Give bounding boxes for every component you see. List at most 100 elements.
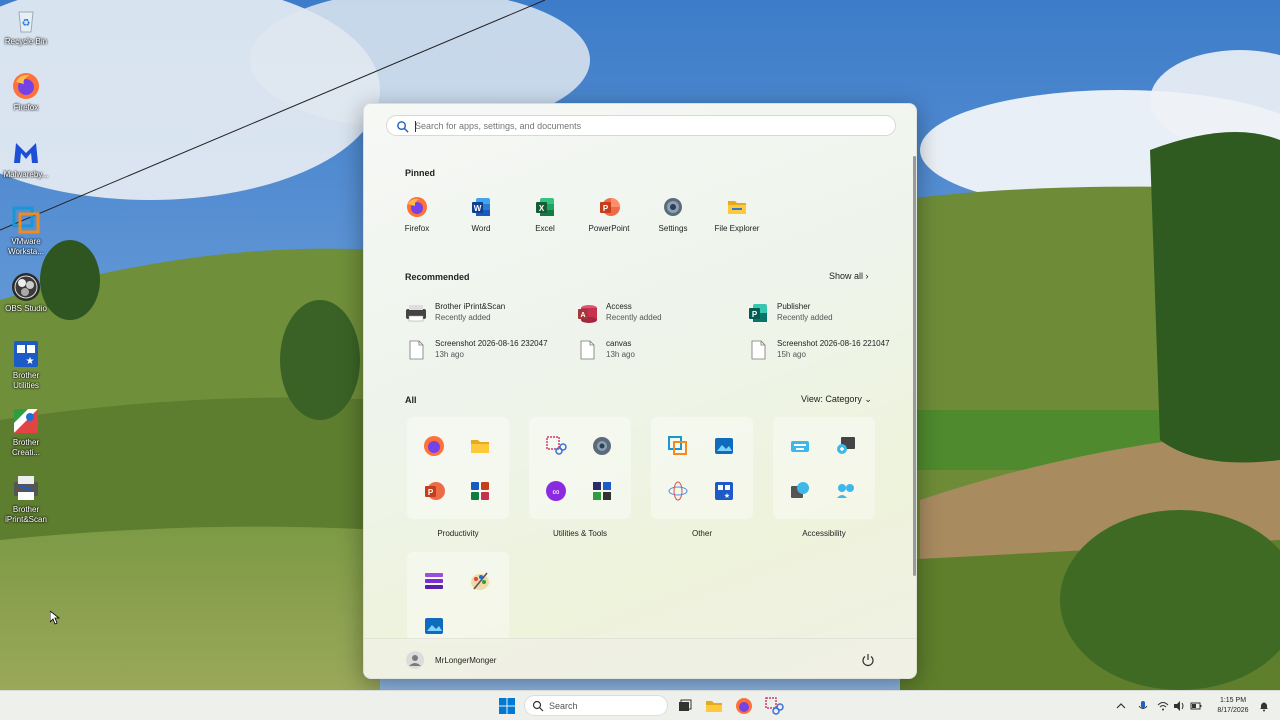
category-label: Utilities & Tools (552, 529, 608, 538)
start-menu: Pinned Firefox W Word X Excel P PowerPoi… (363, 103, 917, 679)
desktop-icon-vmware[interactable]: VMware Worksta... (0, 204, 52, 257)
firefox-icon (13, 73, 39, 99)
start-search-box[interactable] (386, 115, 896, 136)
search-icon (397, 121, 409, 133)
paint-icon (471, 572, 489, 590)
gear-icon (593, 437, 611, 455)
recommended-item-brother-iprint[interactable]: Brother iPrint&Scan Recently added (405, 300, 570, 326)
snipping-tool-icon[interactable] (764, 696, 784, 716)
svg-text:P: P (752, 310, 758, 319)
gear-icon (664, 198, 682, 216)
svg-text:P: P (603, 204, 609, 213)
firefox-icon[interactable] (734, 696, 754, 716)
pinned-app-excel[interactable]: X Excel (515, 196, 575, 233)
folder-icon[interactable] (704, 696, 724, 716)
avatar[interactable] (406, 651, 424, 669)
category-other[interactable]: ★ (651, 417, 753, 519)
taskbar: Search 1:15 PM 8/17/2026 (0, 690, 1280, 720)
category-utilities-tools[interactable]: ∞ (529, 417, 631, 519)
brother-iprint-icon (14, 476, 38, 500)
task-view-icon[interactable] (674, 696, 694, 716)
firefox-icon (407, 197, 427, 217)
desktop-icon-brother-utilities[interactable]: ★ Brother Utilities (0, 338, 52, 391)
file-icon (580, 340, 595, 360)
pinned-app-settings[interactable]: Settings (643, 196, 703, 233)
start-scrollbar[interactable] (913, 156, 916, 576)
file-icon (409, 340, 424, 360)
recommended-item-screenshot-1[interactable]: Screenshot 2026-08-16 232047 13h ago (405, 337, 570, 363)
pinned-app-powerpoint[interactable]: P PowerPoint (579, 196, 639, 233)
mouse-cursor-icon (50, 611, 60, 625)
user-name[interactable]: MrLongerMonger (435, 656, 496, 665)
powerpoint-icon: P (600, 198, 620, 216)
copilot-icon: ∞ (546, 481, 566, 501)
recommended-heading: Recommended (405, 272, 470, 282)
category-accessibility[interactable] (773, 417, 875, 519)
svg-text:∞: ∞ (552, 487, 559, 498)
narrator-icon (791, 482, 809, 498)
desktop-icon-firefox[interactable]: Firefox (0, 70, 52, 113)
pinned-app-file-explorer[interactable]: File Explorer (707, 196, 767, 233)
file-icon (751, 340, 766, 360)
brother-creative-icon (668, 481, 688, 501)
recommended-item-screenshot-2[interactable]: Screenshot 2026-08-16 221047 15h ago (747, 337, 912, 363)
svg-text:★: ★ (26, 356, 35, 367)
svg-text:★: ★ (724, 492, 730, 500)
battery-icon[interactable] (1190, 700, 1202, 712)
folder-icon (471, 440, 489, 453)
show-all-button[interactable]: Show all › (829, 271, 869, 281)
view-category-dropdown[interactable]: View: Category ⌄ (801, 394, 872, 405)
category-label: Accessibility (802, 529, 846, 538)
desktop-icon-obs[interactable]: OBS Studio (0, 271, 52, 314)
chevron-down-icon: ⌄ (864, 394, 872, 404)
start-search-input[interactable] (415, 118, 885, 134)
excel-icon: X (536, 198, 554, 216)
wifi-icon[interactable] (1157, 700, 1169, 712)
tools-grid-icon (593, 482, 611, 500)
recommended-item-publisher[interactable]: P Publisher Recently added (747, 300, 912, 326)
firefox-icon (424, 436, 444, 456)
vmware-icon (668, 436, 687, 455)
pinned-app-word[interactable]: W Word (451, 196, 511, 233)
keyboard-icon (791, 441, 809, 452)
pinned-heading: Pinned (405, 168, 436, 178)
start-footer: MrLongerMonger (364, 638, 916, 678)
desktop-icon-brother-iprint[interactable]: Brother iPrint&Scan (0, 472, 52, 525)
desktop-icon-malwarebytes[interactable]: Malwareby... (0, 137, 52, 180)
category-productivity[interactable]: P (407, 417, 509, 519)
system-clock[interactable]: 1:15 PM 8/17/2026 (1208, 696, 1258, 716)
start-button-icon[interactable] (497, 696, 517, 716)
office-apps-icon (471, 482, 489, 500)
folder-icon (728, 201, 746, 214)
svg-text:W: W (474, 204, 482, 213)
category-label: Other (691, 529, 712, 538)
pinned-app-firefox[interactable]: Firefox (387, 196, 447, 233)
chevron-right-icon: › (865, 271, 869, 281)
brother-utilities-icon: ★ (14, 341, 38, 367)
snipping-tool-icon (546, 436, 567, 455)
chevron-up-icon[interactable] (1115, 700, 1127, 712)
recommended-item-access[interactable]: A Access Recently added (576, 300, 741, 326)
scanner-icon (406, 305, 426, 322)
word-icon: W (472, 198, 490, 216)
microphone-icon[interactable] (1137, 700, 1149, 712)
clipchamp-icon (425, 573, 443, 589)
search-icon (532, 700, 544, 712)
access-icon: A (578, 305, 597, 323)
recommended-item-canvas[interactable]: canvas 13h ago (576, 337, 741, 363)
desktop-icon-recycle-bin[interactable]: ♻ Recycle Bin (0, 4, 52, 47)
desktop-icon-brother-creative[interactable]: Brother Creati... (0, 405, 52, 458)
category-creative[interactable] (407, 552, 509, 642)
svg-text:P: P (428, 488, 434, 497)
notification-bell-icon[interactable] (1258, 700, 1270, 712)
taskbar-search[interactable]: Search (524, 695, 668, 716)
brother-creative-icon (14, 409, 38, 433)
publisher-icon: P (749, 304, 767, 322)
malwarebytes-icon (14, 143, 38, 163)
speaker-icon[interactable] (1173, 700, 1185, 712)
power-icon[interactable] (861, 653, 875, 667)
category-label: Productivity (437, 529, 479, 538)
photos-icon (715, 438, 733, 454)
text-caret (415, 121, 416, 132)
voice-access-icon (837, 484, 854, 498)
